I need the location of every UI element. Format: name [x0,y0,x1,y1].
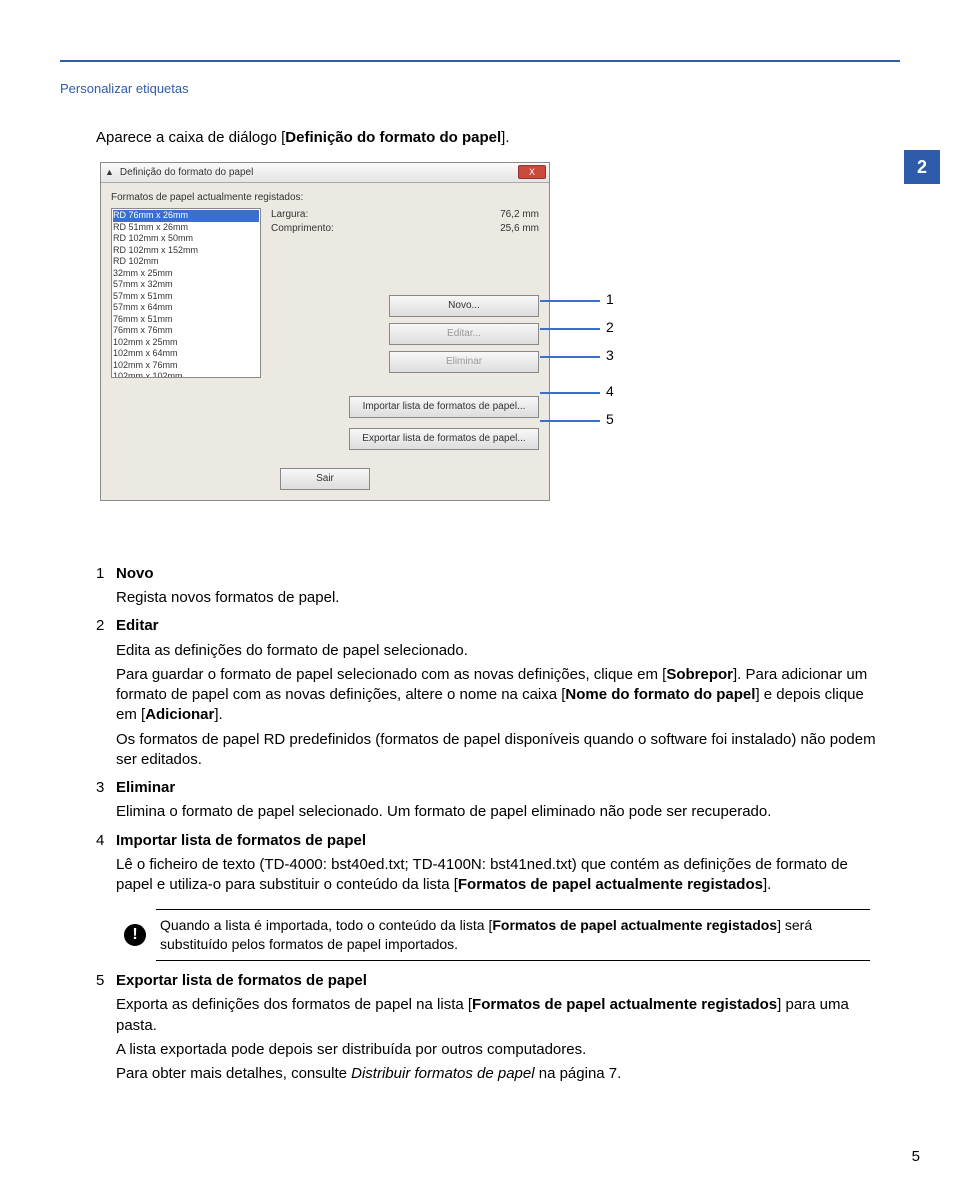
export-button[interactable]: Exportar lista de formatos de papel... [349,428,539,450]
item-body: Exporta as definições dos formatos de pa… [116,995,880,1036]
callout-line [540,356,600,358]
header-rule [60,60,900,62]
item-body: Para guardar o formato de papel selecion… [116,665,880,726]
list-item[interactable]: 57mm x 64mm [113,302,259,314]
width-value: 76,2 mm [500,208,539,222]
list-item[interactable]: RD 51mm x 26mm [113,222,259,234]
list-item[interactable]: 57mm x 51mm [113,291,259,303]
item-body: Os formatos de papel RD predefinidos (fo… [116,730,880,771]
item-body: Lê o ficheiro de texto (TD-4000: bst40ed… [116,855,880,896]
editar-button[interactable]: Editar... [389,323,539,345]
eliminar-button[interactable]: Eliminar [389,351,539,373]
callout-3: 3 [606,346,614,365]
callout-line [540,328,600,330]
novo-button[interactable]: Novo... [389,295,539,317]
callout-line [540,420,600,422]
dialog-subhead: Formatos de papel actualmente registados… [101,183,549,209]
item-number: 4 [96,831,116,900]
item-body: Para obter mais detalhes, consulte Distr… [116,1064,880,1084]
page-number: 5 [912,1147,920,1167]
triangle-icon: ▲ [105,166,114,178]
item-number: 5 [96,971,116,1088]
item-number: 2 [96,616,116,774]
item-title: Novo [116,565,154,582]
callout-1: 1 [606,290,614,309]
width-label: Largura: [271,208,308,222]
callout-line [540,392,600,394]
list-item[interactable]: RD 102mm x 152mm [113,245,259,257]
list-item-3: 3 Eliminar Elimina o formato de papel se… [96,778,880,827]
warning-icon: ! [124,924,146,946]
callout-line [540,300,600,302]
list-item[interactable]: 102mm x 76mm [113,360,259,372]
chapter-tab: 2 [904,150,940,184]
item-body: Edita as definições do formato de papel … [116,641,880,661]
dialog-window: ▲ Definição do formato do papel X Format… [100,162,550,502]
item-number: 3 [96,778,116,827]
close-button[interactable]: X [518,165,546,179]
list-item[interactable]: 76mm x 76mm [113,325,259,337]
list-item[interactable]: 57mm x 32mm [113,279,259,291]
sair-button[interactable]: Sair [280,468,370,490]
list-item-5: 5 Exportar lista de formatos de papel Ex… [96,971,880,1088]
list-item[interactable]: RD 102mm x 50mm [113,233,259,245]
list-item[interactable]: 32mm x 25mm [113,268,259,280]
item-body: Elimina o formato de papel selecionado. … [116,802,880,822]
dialog-right-panel: Largura: 76,2 mm Comprimento: 25,6 mm Novo… [271,208,539,378]
list-item-2: 2 Editar Edita as definições do formato … [96,616,880,774]
warning-note: ! Quando a lista é importada, todo o con… [124,909,870,961]
list-item[interactable]: RD 102mm [113,256,259,268]
length-value: 25,6 mm [500,222,539,236]
dialog-title: Definição do formato do papel [120,166,253,180]
list-item[interactable]: 102mm x 64mm [113,348,259,360]
figure-container: 2 ▲ Definição do formato do papel X Form… [100,162,660,542]
callout-2: 2 [606,318,614,337]
definition-list-cont: 5 Exportar lista de formatos de papel Ex… [96,971,880,1088]
list-item-4: 4 Importar lista de formatos de papel Lê… [96,831,880,900]
item-title: Eliminar [116,779,175,796]
callout-4: 4 [606,382,614,401]
item-title: Exportar lista de formatos de papel [116,972,367,989]
list-item[interactable]: 102mm x 25mm [113,337,259,349]
definition-list: 1 Novo Regista novos formatos de papel. … [96,564,880,900]
item-number: 1 [96,564,116,613]
item-body: A lista exportada pode depois ser distri… [116,1040,880,1060]
item-title: Importar lista de formatos de papel [116,832,366,849]
list-item-1: 1 Novo Regista novos formatos de papel. [96,564,880,613]
dialog-titlebar: ▲ Definição do formato do papel X [101,163,549,183]
list-item[interactable]: RD 76mm x 26mm [113,210,259,222]
item-title: Editar [116,617,159,634]
length-label: Comprimento: [271,222,334,236]
callout-5: 5 [606,410,614,429]
paper-format-list[interactable]: RD 76mm x 26mm RD 51mm x 26mm RD 102mm x… [111,208,261,378]
list-item[interactable]: 76mm x 51mm [113,314,259,326]
list-item[interactable]: 102mm x 102mm [113,371,259,378]
note-text: Quando a lista é importada, todo o conte… [156,909,870,961]
intro-text: Aparece a caixa de diálogo [Definição do… [96,128,900,148]
import-button[interactable]: Importar lista de formatos de papel... [349,396,539,418]
item-body: Regista novos formatos de papel. [116,588,880,608]
section-title: Personalizar etiquetas [60,80,900,98]
